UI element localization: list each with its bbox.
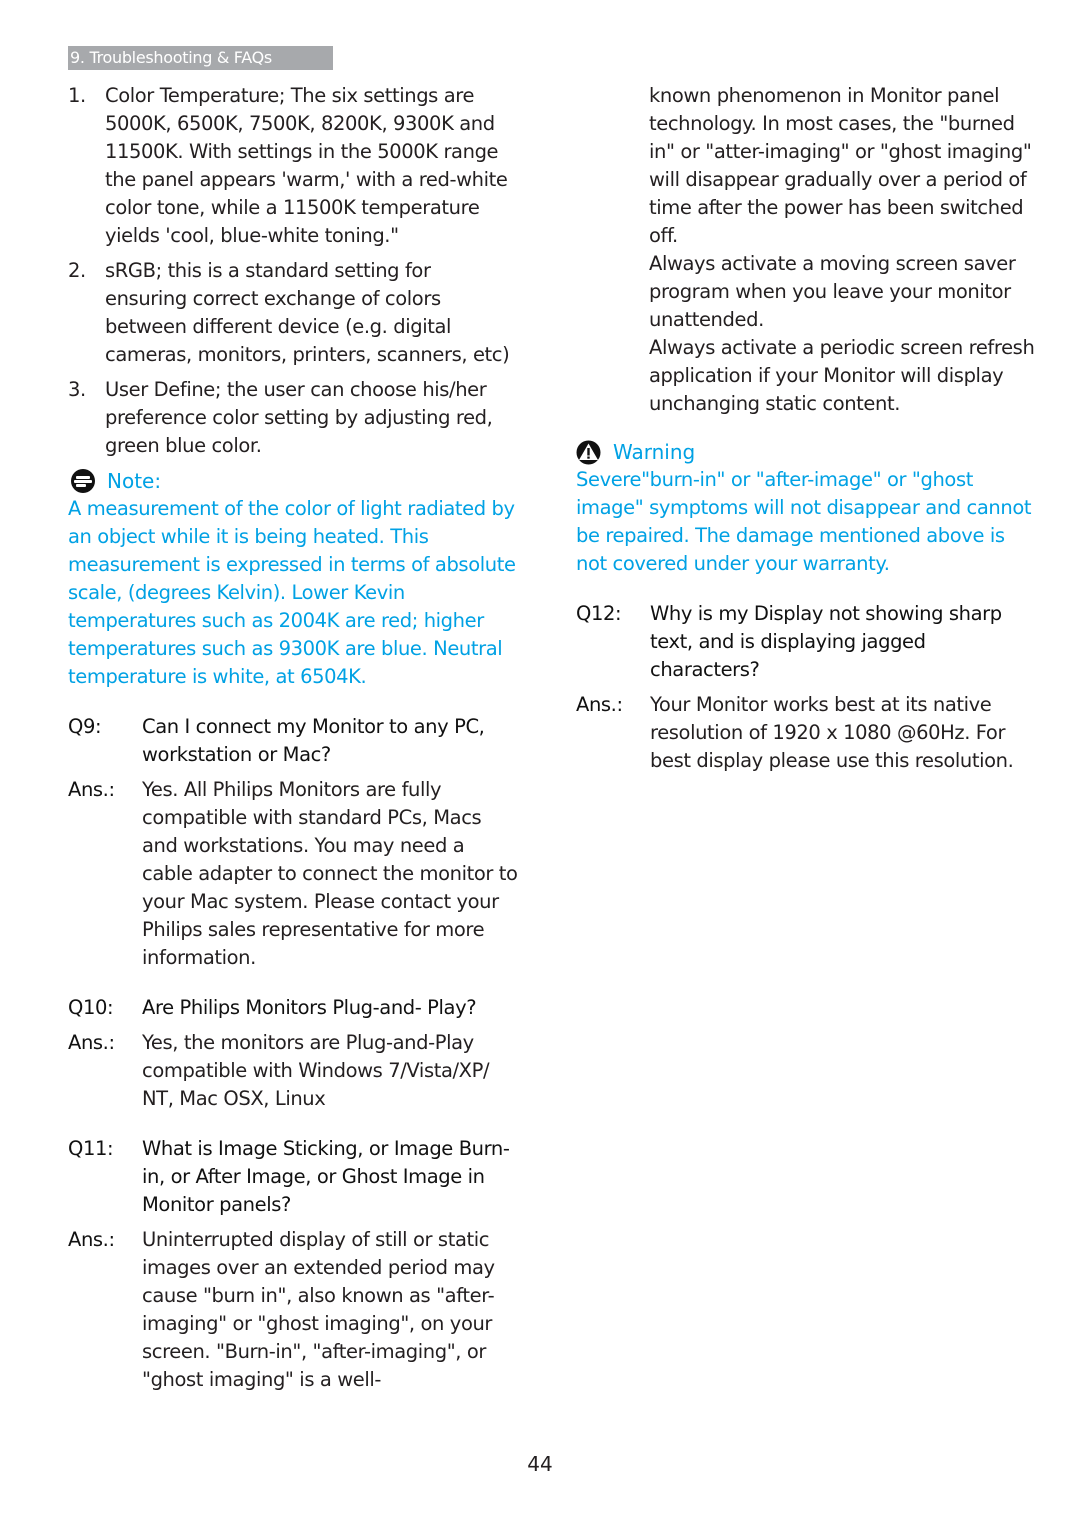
- answer-text: Yes, the monitors are Plug-and-Play comp…: [142, 1031, 490, 1110]
- question-text: Why is my Display not showing sharp text…: [650, 602, 1002, 681]
- note-heading: Note:: [68, 467, 518, 495]
- paragraph: Always activate a moving screen saver pr…: [649, 252, 1016, 331]
- answer-text: Yes. All Philips Monitors are fully comp…: [142, 778, 518, 969]
- answer-text: Your Monitor works best at its native re…: [650, 693, 1014, 772]
- paragraph: Always activate a periodic screen refres…: [649, 336, 1035, 415]
- list-number: 3.: [68, 378, 86, 401]
- faq-answer: Ans.: Yes. All Philips Monitors are full…: [68, 776, 518, 972]
- question-label: Q9:: [68, 715, 102, 738]
- faq-answer: Ans.: Yes, the monitors are Plug-and-Pla…: [68, 1029, 518, 1113]
- question-label: Q10:: [68, 996, 114, 1019]
- answer-label: Ans.:: [68, 1031, 115, 1054]
- left-column: 1. Color Temperature; The six settings a…: [68, 82, 518, 1394]
- answer-text: Uninterrupted display of still or static…: [142, 1228, 495, 1391]
- faq-answer: Ans.: Uninterrupted display of still or …: [68, 1226, 518, 1394]
- paragraph: known phenomenon in Monitor panel techno…: [649, 84, 1032, 247]
- right-column: known phenomenon in Monitor panel techno…: [576, 82, 1036, 775]
- section-title: 9. Troubleshooting & FAQs: [70, 48, 272, 67]
- faq-question: Q12: Why is my Display not showing sharp…: [576, 600, 1036, 684]
- faq-question: Q10: Are Philips Monitors Plug-and- Play…: [68, 994, 518, 1022]
- warning-label: Warning: [613, 440, 696, 464]
- list-text: User Define; the user can choose his/her…: [105, 378, 493, 457]
- list-text: Color Temperature; The six settings are …: [105, 84, 508, 247]
- faq-question: Q9: Can I connect my Monitor to any PC, …: [68, 713, 518, 769]
- question-text: Are Philips Monitors Plug-and- Play?: [142, 996, 477, 1019]
- warning-text: Severe"burn-in" or "after-image" or "gho…: [576, 468, 1032, 575]
- section-header: 9. Troubleshooting & FAQs: [68, 46, 333, 70]
- note-icon: [71, 469, 95, 493]
- question-label: Q11:: [68, 1137, 114, 1160]
- list-item: 1. Color Temperature; The six settings a…: [68, 82, 518, 250]
- list-item: 3. User Define; the user can choose his/…: [68, 376, 518, 460]
- faq-question: Q11: What is Image Sticking, or Image Bu…: [68, 1135, 518, 1219]
- faq-answer: Ans.: Your Monitor works best at its nat…: [576, 691, 1036, 775]
- question-text: Can I connect my Monitor to any PC, work…: [142, 715, 485, 766]
- list-text: sRGB; this is a standard setting for ens…: [105, 259, 510, 366]
- warning-icon: [576, 440, 601, 465]
- list-number: 2.: [68, 259, 86, 282]
- list-item: 2. sRGB; this is a standard setting for …: [68, 257, 518, 369]
- answer-label: Ans.:: [576, 693, 623, 716]
- list-number: 1.: [68, 84, 86, 107]
- answer-label: Ans.:: [68, 1228, 115, 1251]
- question-label: Q12:: [576, 602, 622, 625]
- warning-heading: Warning: [576, 438, 1036, 466]
- question-text: What is Image Sticking, or Image Burn-in…: [142, 1137, 510, 1216]
- note-label: Note:: [107, 469, 162, 493]
- note-text: A measurement of the color of light radi…: [68, 497, 516, 688]
- page-number: 44: [527, 1452, 553, 1476]
- answer-label: Ans.:: [68, 778, 115, 801]
